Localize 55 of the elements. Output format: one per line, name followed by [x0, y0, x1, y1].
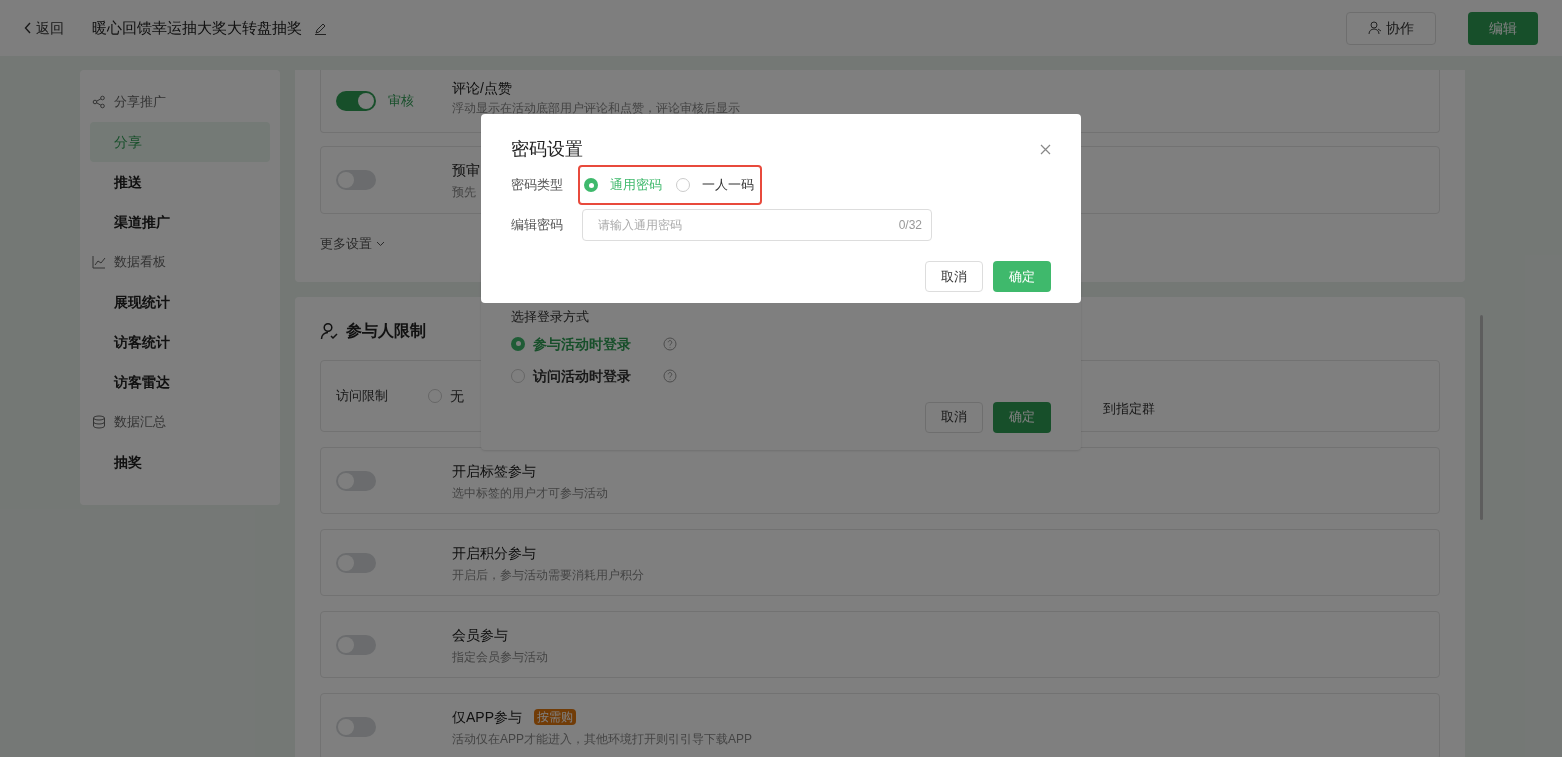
cancel-button[interactable]: 取消 [925, 401, 983, 433]
database-icon [92, 415, 106, 429]
setting-title: 预审 [452, 161, 480, 180]
chevron-down-icon [376, 240, 385, 247]
collaborate-button[interactable]: 协作 [1346, 11, 1436, 45]
setting-title: 仅APP参与 [452, 707, 522, 727]
setting-title: 评论/点赞 [452, 79, 513, 98]
more-settings-link[interactable]: 更多设置 [320, 234, 372, 254]
cancel-button[interactable]: 取消 [925, 261, 983, 292]
toggle-label: 审核 [388, 92, 414, 111]
sidebar-item[interactable]: 渠道推广 [90, 202, 270, 242]
setting-title: 开启标签参与 [452, 461, 536, 481]
confirm-button[interactable]: 确定 [993, 401, 1051, 433]
page-title: 暖心回馈幸运抽大奖大转盘抽奖 [92, 17, 302, 38]
line-chart-icon [92, 255, 106, 269]
toggle-switch[interactable] [336, 91, 376, 111]
radio-label[interactable]: 参与活动时登录 [533, 333, 631, 354]
setting-description: 预先 [452, 184, 477, 200]
sidebar-item[interactable]: 推送 [90, 162, 270, 202]
dialog-title: 选择登录方式 [511, 308, 590, 326]
close-icon[interactable] [1040, 144, 1051, 155]
help-icon [663, 368, 677, 383]
sidebar-item[interactable]: 抽奖 [90, 442, 270, 482]
sidebar-group-label: 分享推广 [114, 93, 166, 112]
share-icon [92, 95, 106, 109]
field-label: 编辑密码 [511, 216, 564, 235]
radio-button[interactable] [584, 178, 598, 192]
access-option-text: 到指定群 [1103, 400, 1155, 418]
radio-button[interactable] [676, 178, 690, 192]
field-label: 访问限制 [336, 387, 389, 406]
chevron-left-icon [24, 22, 32, 34]
edit-button[interactable]: 编辑 [1468, 11, 1538, 45]
user-icon [1368, 21, 1382, 35]
radio-label[interactable]: 无 [450, 386, 464, 406]
setting-title: 会员参与 [452, 625, 508, 645]
sidebar-group-label: 数据看板 [114, 253, 166, 272]
dialog-title: 密码设置 [511, 138, 583, 161]
back-button[interactable]: 返回 [24, 18, 64, 38]
radio-button[interactable] [511, 336, 525, 351]
character-counter: 0/32 [898, 217, 922, 233]
pencil-icon[interactable] [314, 21, 327, 35]
sidebar-item[interactable]: 访客统计 [90, 322, 270, 362]
radio-label[interactable]: 访问活动时登录 [533, 365, 631, 386]
section-title: 参与人限制 [346, 321, 426, 341]
help-icon [663, 336, 677, 351]
radio-label[interactable]: 通用密码 [610, 175, 662, 195]
setting-title: 开启积分参与 [452, 543, 536, 563]
sidebar-item[interactable]: 访客雷达 [90, 362, 270, 402]
confirm-button[interactable]: 确定 [993, 261, 1051, 292]
sidebar-item[interactable]: 展现统计 [90, 282, 270, 322]
sidebar-group-label: 数据汇总 [114, 413, 166, 432]
radio-label[interactable]: 一人一码 [702, 175, 754, 195]
user-check-icon [320, 322, 338, 340]
field-label: 密码类型 [511, 176, 564, 195]
paid-badge: 按需购 [534, 708, 576, 725]
